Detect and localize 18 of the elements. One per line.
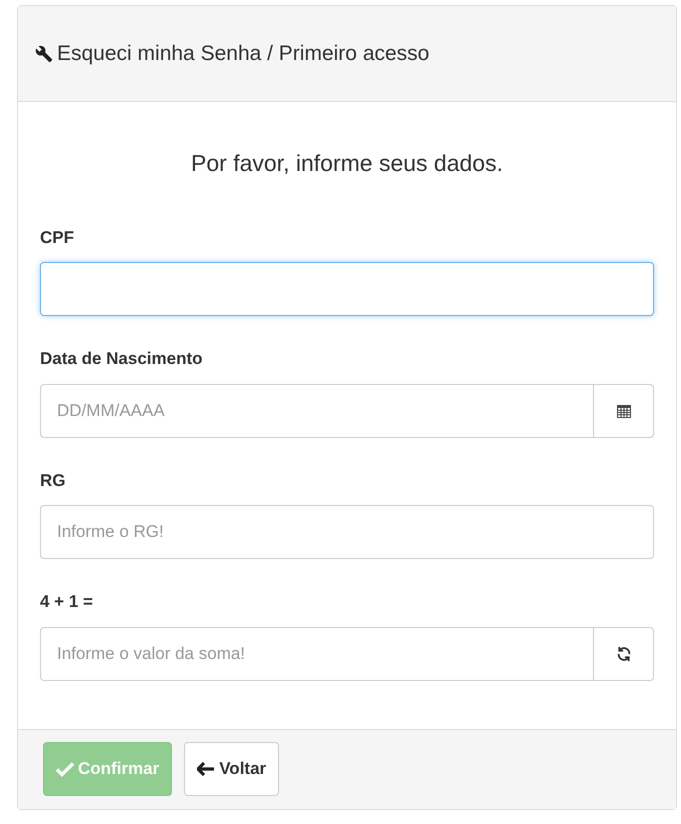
input-field[interactable]: Informe o RG! [40,505,654,559]
wrench-icon [35,44,53,62]
calendar-icon [616,402,632,418]
calendar-button[interactable] [594,384,654,438]
intro-text: Por favor, informe seus dados. [190,149,504,178]
check-icon [56,761,74,777]
input-field[interactable]: DD/MM/AAAA [40,384,594,438]
arrow-left-icon [197,762,216,776]
input-field[interactable]: Informe o valor da soma! [40,626,594,680]
refresh-button[interactable] [594,626,654,680]
input-field[interactable] [40,262,654,316]
panel-title: Esqueci minha Senha / Primeiro acesso [57,40,430,67]
field-label: RG [40,470,66,492]
field-label: Data de Nascimento [40,348,204,370]
field-label: 4 + 1 = [40,591,94,613]
back-button[interactable]: Voltar [184,742,280,796]
field-label: CPF [40,226,75,248]
refresh-icon [616,646,632,662]
